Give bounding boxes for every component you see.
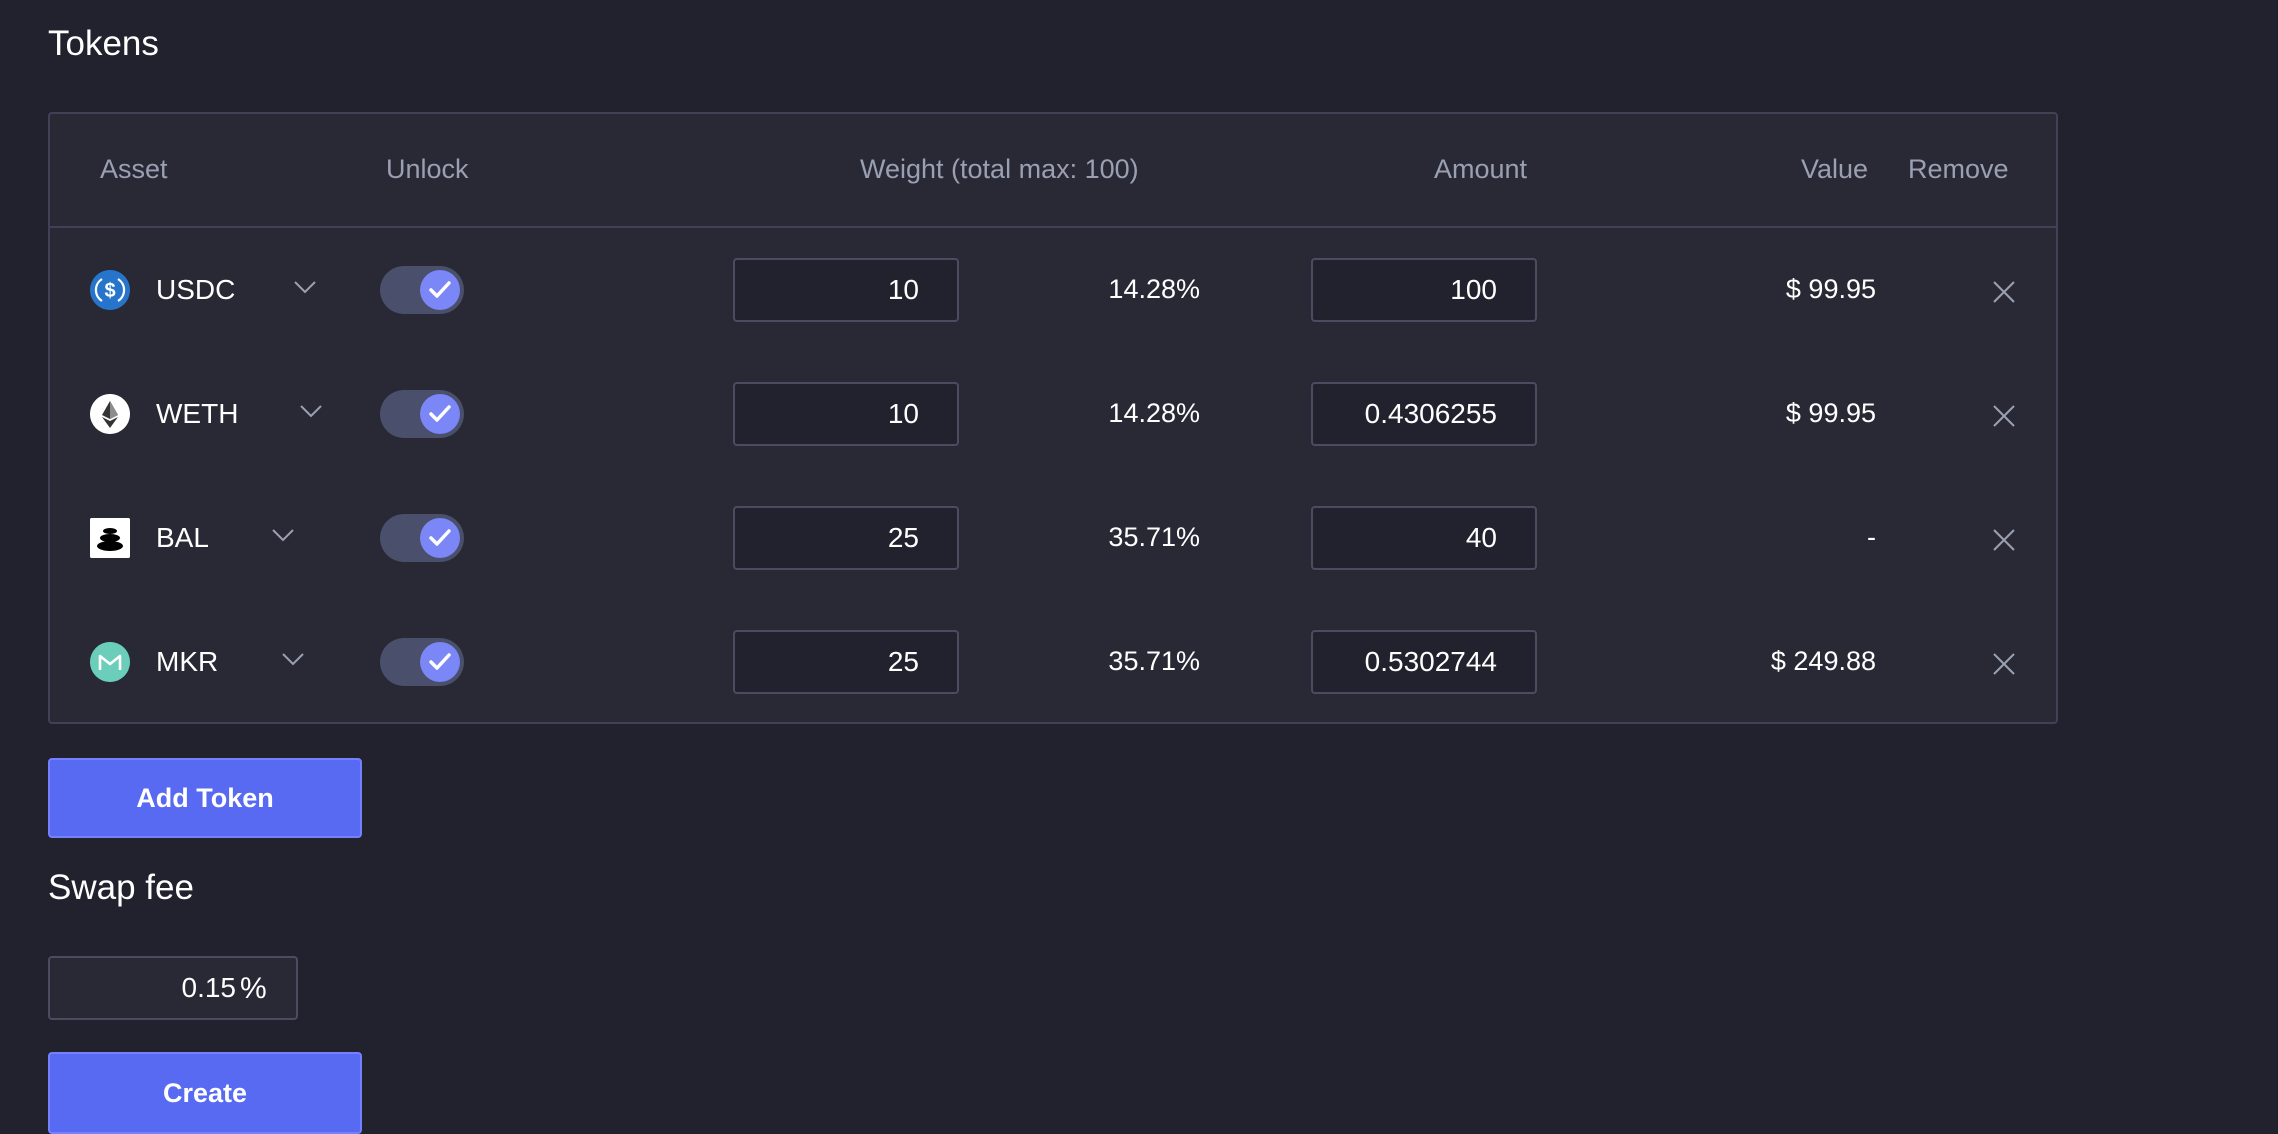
- header-value: Value: [1800, 154, 1868, 184]
- token-symbol: USDC: [156, 274, 236, 305]
- close-icon[interactable]: [1992, 280, 2016, 304]
- unlock-toggle[interactable]: [380, 638, 464, 686]
- amount-input[interactable]: [1311, 258, 1537, 322]
- token-symbol: MKR: [156, 646, 219, 677]
- chevron-down-icon[interactable]: [282, 652, 304, 666]
- create-button[interactable]: Create: [48, 1052, 362, 1134]
- check-icon: [420, 642, 460, 682]
- amount-input[interactable]: [1311, 506, 1537, 570]
- tokens-title: Tokens: [48, 24, 159, 63]
- weth-icon: [90, 394, 130, 434]
- amount-input[interactable]: [1311, 382, 1537, 446]
- table-row: $ USDC 14.28% $ 99.95: [50, 228, 2056, 352]
- weight-input[interactable]: [733, 506, 959, 570]
- table-row: BAL 35.71% -: [50, 476, 2056, 600]
- table-row: MKR 35.71% $ 249.88: [50, 600, 2056, 724]
- chevron-down-icon[interactable]: [294, 280, 316, 294]
- swap-fee-input[interactable]: [50, 958, 236, 1018]
- unlock-toggle[interactable]: [380, 390, 464, 438]
- swap-fee-field: %: [48, 956, 298, 1020]
- header-remove: Remove: [1908, 154, 2009, 184]
- weight-percent: 14.28%: [1108, 398, 1200, 428]
- close-icon[interactable]: [1992, 404, 2016, 428]
- table-row: WETH 14.28% $ 99.95: [50, 352, 2056, 476]
- header-amount: Amount: [1434, 154, 1528, 184]
- token-value: $ 99.95: [1785, 274, 1876, 304]
- usdc-icon: $: [90, 270, 130, 310]
- token-value: $ 99.95: [1785, 398, 1876, 428]
- table-header: Asset Unlock Weight (total max: 100) Amo…: [50, 114, 2056, 228]
- chevron-down-icon[interactable]: [300, 404, 322, 418]
- header-weight: Weight (total max: 100): [860, 154, 1139, 184]
- weight-percent: 35.71%: [1108, 522, 1200, 552]
- close-icon[interactable]: [1992, 652, 2016, 676]
- bal-icon: [90, 518, 130, 558]
- mkr-icon: [90, 642, 130, 682]
- tokens-table: Asset Unlock Weight (total max: 100) Amo…: [48, 112, 2058, 724]
- token-value: $ 249.88: [1770, 646, 1876, 676]
- weight-percent: 14.28%: [1108, 274, 1200, 304]
- pool-creation-page: Tokens Asset Unlock Weight (total max: 1…: [0, 0, 2278, 1134]
- check-icon: [420, 518, 460, 558]
- percent-unit: %: [240, 972, 267, 1005]
- unlock-toggle[interactable]: [380, 514, 464, 562]
- weight-percent: 35.71%: [1108, 646, 1200, 676]
- token-symbol: BAL: [156, 522, 209, 553]
- unlock-toggle[interactable]: [380, 266, 464, 314]
- chevron-down-icon[interactable]: [272, 528, 294, 542]
- swap-fee-title: Swap fee: [48, 868, 194, 907]
- token-value: -: [1867, 522, 1876, 552]
- token-symbol: WETH: [156, 398, 239, 429]
- weight-input[interactable]: [733, 630, 959, 694]
- close-icon[interactable]: [1992, 528, 2016, 552]
- weight-input[interactable]: [733, 382, 959, 446]
- amount-input[interactable]: [1311, 630, 1537, 694]
- add-token-button[interactable]: Add Token: [48, 758, 362, 838]
- header-asset: Asset: [100, 154, 168, 184]
- svg-text:$: $: [104, 280, 115, 302]
- weight-input[interactable]: [733, 258, 959, 322]
- check-icon: [420, 270, 460, 310]
- check-icon: [420, 394, 460, 434]
- header-unlock: Unlock: [386, 154, 469, 184]
